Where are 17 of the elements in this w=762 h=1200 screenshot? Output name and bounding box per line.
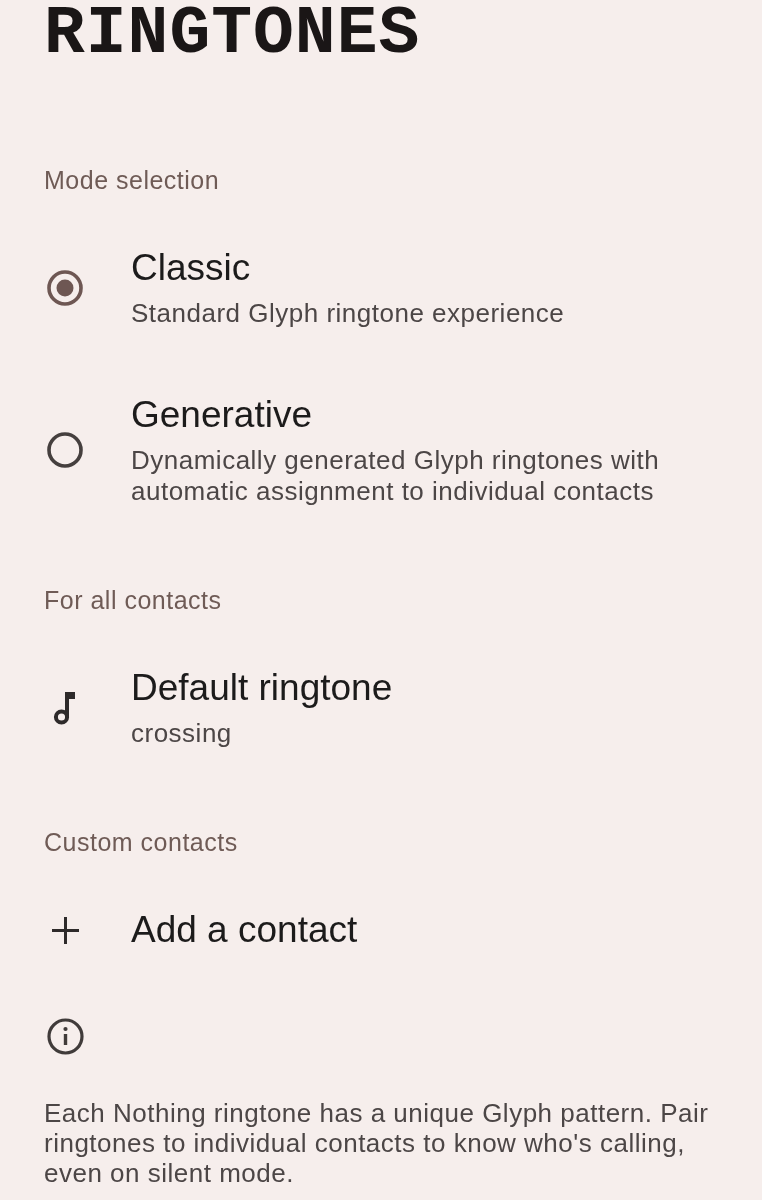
setting-description: crossing — [131, 718, 232, 749]
music-note-icon — [53, 690, 77, 725]
info-icon — [47, 1018, 84, 1055]
info-text: Each Nothing ringtone has a unique Glyph pattern. Pair ringtones to individual contacts to know who's calling, even on silent mode. — [44, 1098, 710, 1188]
radio-button[interactable] — [47, 432, 83, 468]
add-contact-link[interactable]: Add a contact — [131, 908, 358, 952]
setting-title[interactable]: Generative — [131, 393, 312, 437]
setting-description: Standard Glyph ringtone experience — [131, 298, 565, 329]
add-icon — [51, 916, 79, 944]
section-header: For all contacts — [44, 585, 223, 616]
setting-title[interactable]: Classic — [131, 246, 251, 290]
setting-description: Dynamically generated Glyph ringtones with automatic assignment to individual contacts — [131, 445, 661, 507]
section-header: Mode selection — [44, 165, 221, 196]
setting-title[interactable]: Default ringtone — [131, 666, 393, 710]
page-title: RINGTONES — [44, 0, 422, 68]
section-header: Custom contacts — [44, 827, 239, 858]
radio-button[interactable] — [47, 269, 83, 306]
